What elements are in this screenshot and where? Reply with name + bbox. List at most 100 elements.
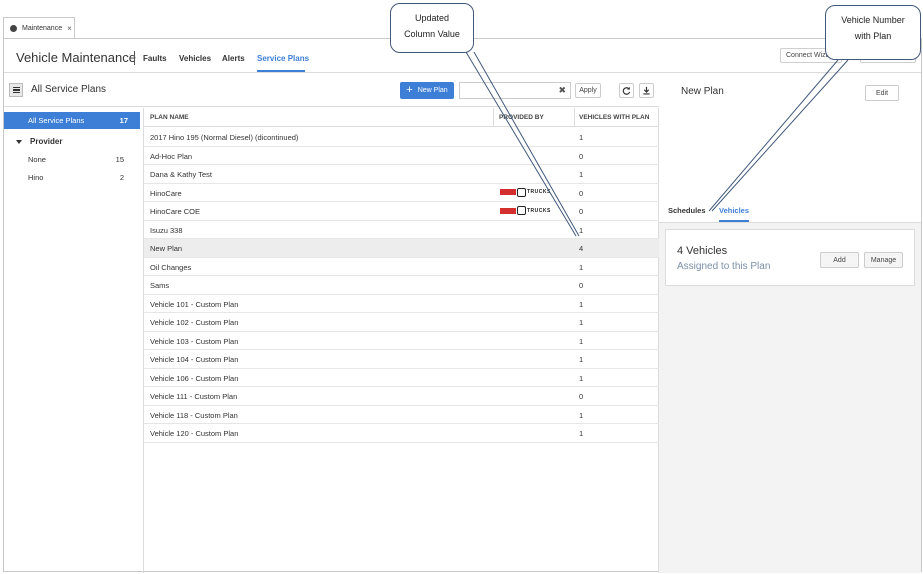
nav-vehicles[interactable]: Vehicles [179, 54, 211, 63]
table-row[interactable]: HinoCare TRUCKS 0 [144, 184, 659, 202]
browser-tab-maintenance[interactable]: Maintenance × [3, 17, 75, 38]
plan-name-cell: Isuzu 338 [150, 225, 183, 235]
column-separator [574, 108, 575, 127]
title-divider [134, 51, 135, 65]
vehicles-with-plan-cell: 1 [579, 410, 584, 420]
service-plans-table: PLAN NAME PROVIDED BY VEHICLES WITH PLAN… [144, 108, 659, 573]
tab-vehicles[interactable]: Vehicles [719, 206, 749, 215]
vehicles-card: 4 Vehicles Assigned to this Plan Add Man… [665, 229, 915, 286]
vehicles-with-plan-cell: 1 [579, 262, 584, 272]
plan-name-cell: Vehicle 120 - Custom Plan [150, 429, 239, 438]
column-provided-by[interactable]: PROVIDED BY [499, 114, 544, 121]
plan-name-cell: Sams [150, 281, 170, 290]
nav-faults[interactable]: Faults [143, 54, 167, 63]
section-title: All Service Plans [31, 84, 107, 95]
plan-name-cell: Oil Changes [150, 262, 192, 272]
add-button[interactable]: Add [820, 252, 859, 268]
plan-detail-panel: New Plan Edit Schedules Vehicles 4 Vehic… [659, 73, 921, 573]
page-title: Vehicle Maintenance [16, 50, 136, 65]
filter-provider-hino[interactable]: Hino 2 [28, 173, 124, 182]
plan-name-cell: Vehicle 102 - Custom Plan [150, 318, 239, 327]
table-row[interactable]: 2017 Hino 195 (Normal Diesel) (dicontinu… [144, 128, 659, 147]
table-header: PLAN NAME PROVIDED BY VEHICLES WITH PLAN [144, 108, 659, 127]
menu-toggle-button[interactable] [9, 83, 23, 97]
table-row[interactable]: Vehicle 118 - Custom Plan 1 [144, 406, 659, 424]
hino-trucks-logo: TRUCKS [500, 187, 551, 197]
plan-name-cell: Vehicle 118 - Custom Plan [150, 410, 238, 420]
callout-line: Column Value [404, 29, 460, 39]
table-row[interactable]: Vehicle 111 - Custom Plan 0 [144, 387, 659, 406]
plan-name-cell: New Plan [150, 244, 183, 253]
vehicles-with-plan-cell: 1 [579, 355, 584, 364]
nav-service-plans[interactable]: Service Plans [257, 54, 309, 63]
download-button[interactable] [639, 83, 654, 98]
filter-panel: All Service Plans 17 Provider None 15 Hi… [4, 108, 144, 573]
vehicles-with-plan-cell: 4 [579, 244, 584, 253]
callout-updated-column: Updated Column Value [390, 3, 474, 53]
table-row[interactable]: HinoCare COE TRUCKS 0 [144, 202, 659, 221]
plan-name-cell: Vehicle 104 - Custom Plan [150, 355, 239, 364]
browser-tab-label: Maintenance [22, 24, 63, 32]
detail-tabs: Schedules Vehicles [659, 188, 921, 223]
plan-name-cell: Vehicle 103 - Custom Plan [150, 336, 239, 346]
new-plan-button[interactable]: + New Plan [400, 82, 454, 99]
nav-alerts[interactable]: Alerts [222, 54, 245, 63]
clear-icon[interactable]: ✖ [558, 85, 566, 96]
filter-item-label: None [28, 155, 46, 164]
vehicles-with-plan-cell: 1 [579, 318, 584, 327]
vehicles-with-plan-cell: 0 [579, 281, 584, 290]
vehicles-with-plan-cell: 1 [579, 170, 584, 179]
manage-button[interactable]: Manage [864, 252, 903, 268]
callout-vehicle-number: Vehicle Number with Plan [825, 5, 921, 60]
plus-icon: + [406, 84, 413, 96]
hino-trucks-logo: TRUCKS [500, 206, 551, 215]
filter-group-provider[interactable]: Provider [16, 137, 62, 146]
vehicles-with-plan-cell: 0 [579, 207, 584, 216]
active-nav-indicator [257, 70, 305, 72]
filter-all-count: 17 [119, 116, 128, 125]
plan-name-cell: HinoCare [150, 188, 182, 198]
callout-line: Updated [414, 13, 450, 23]
vehicles-with-plan-cell: 0 [579, 392, 584, 401]
search-input[interactable]: ✖ [459, 82, 571, 99]
vehicles-with-plan-cell: 1 [579, 373, 584, 383]
column-separator [493, 108, 494, 127]
vehicles-with-plan-cell: 1 [579, 225, 584, 235]
new-plan-label: New Plan [417, 87, 448, 94]
hamburger-icon [12, 86, 20, 88]
column-plan-name[interactable]: PLAN NAME [150, 114, 189, 121]
table-row[interactable]: Dana & Kathy Test 1 [144, 165, 659, 184]
table-row[interactable]: Vehicle 102 - Custom Plan 1 [144, 313, 659, 332]
vehicles-with-plan-cell: 1 [579, 336, 584, 346]
vehicles-with-plan-cell: 1 [579, 133, 584, 142]
assigned-text: Assigned to this Plan [677, 261, 771, 272]
callout-line: Vehicle Number [841, 15, 905, 25]
vehicles-with-plan-cell: 1 [579, 429, 584, 438]
table-row[interactable]: Ad-Hoc Plan 0 [144, 147, 659, 165]
vehicle-count: 4 Vehicles [677, 245, 728, 257]
table-row[interactable]: Isuzu 338 1 [144, 221, 659, 239]
refresh-button[interactable] [619, 83, 634, 98]
column-vehicles-with-plan[interactable]: VEHICLES WITH PLAN [579, 114, 649, 121]
plan-name-cell: Dana & Kathy Test [150, 170, 212, 179]
tab-schedules[interactable]: Schedules [668, 206, 706, 215]
filter-all-plans[interactable]: All Service Plans 17 [4, 112, 140, 129]
app-frame: Vehicle Maintenance Faults Vehicles Aler… [3, 38, 922, 573]
table-row[interactable]: Vehicle 106 - Custom Plan 1 [144, 369, 659, 387]
table-row[interactable]: Oil Changes 1 [144, 258, 659, 276]
download-icon [643, 86, 650, 95]
table-row[interactable]: New Plan 4 [144, 239, 659, 258]
apply-button[interactable]: Apply [575, 83, 601, 98]
table-row[interactable]: Vehicle 104 - Custom Plan 1 [144, 350, 659, 369]
filter-provider-none[interactable]: None 15 [28, 155, 124, 164]
table-row[interactable]: Sams 0 [144, 276, 659, 295]
close-icon[interactable]: × [67, 24, 72, 33]
edit-button[interactable]: Edit [865, 85, 899, 101]
table-row[interactable]: Vehicle 101 - Custom Plan 1 [144, 295, 659, 313]
plan-name-cell: 2017 Hino 195 (Normal Diesel) (dicontinu… [150, 133, 299, 142]
table-row[interactable]: Vehicle 120 - Custom Plan 1 [144, 424, 659, 443]
callout-line: with Plan [854, 31, 892, 41]
logo-text: TRUCKS [527, 207, 551, 214]
table-row[interactable]: Vehicle 103 - Custom Plan 1 [144, 332, 659, 350]
vehicles-with-plan-cell: 0 [579, 151, 584, 161]
